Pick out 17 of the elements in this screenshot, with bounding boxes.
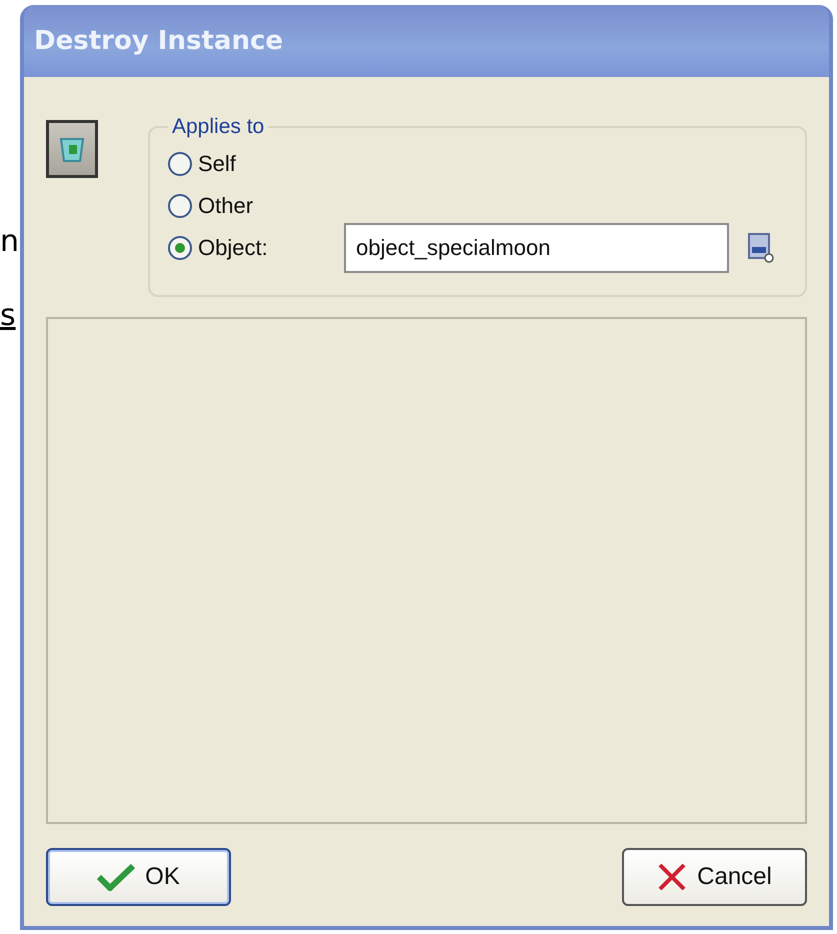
trash-can-button[interactable] — [46, 120, 98, 178]
cancel-button[interactable]: Cancel — [622, 848, 807, 906]
radio-label: Self — [198, 151, 237, 177]
background-text: s — [0, 299, 16, 333]
lookup-icon[interactable] — [747, 232, 775, 264]
radio-button[interactable] — [168, 194, 192, 218]
checkmark-icon — [97, 863, 136, 891]
group-legend: Applies to — [168, 115, 268, 139]
radio-label: Other — [198, 193, 254, 219]
object-field[interactable]: object_specialmoon — [344, 223, 729, 273]
close-icon — [657, 862, 688, 892]
window-title: Destroy Instance — [34, 26, 283, 56]
background-text: n — [0, 225, 20, 259]
radio-label: Object: — [198, 235, 269, 261]
radio-button[interactable] — [168, 236, 192, 260]
ok-button[interactable]: OK — [46, 848, 231, 906]
radio-button[interactable] — [168, 152, 192, 176]
